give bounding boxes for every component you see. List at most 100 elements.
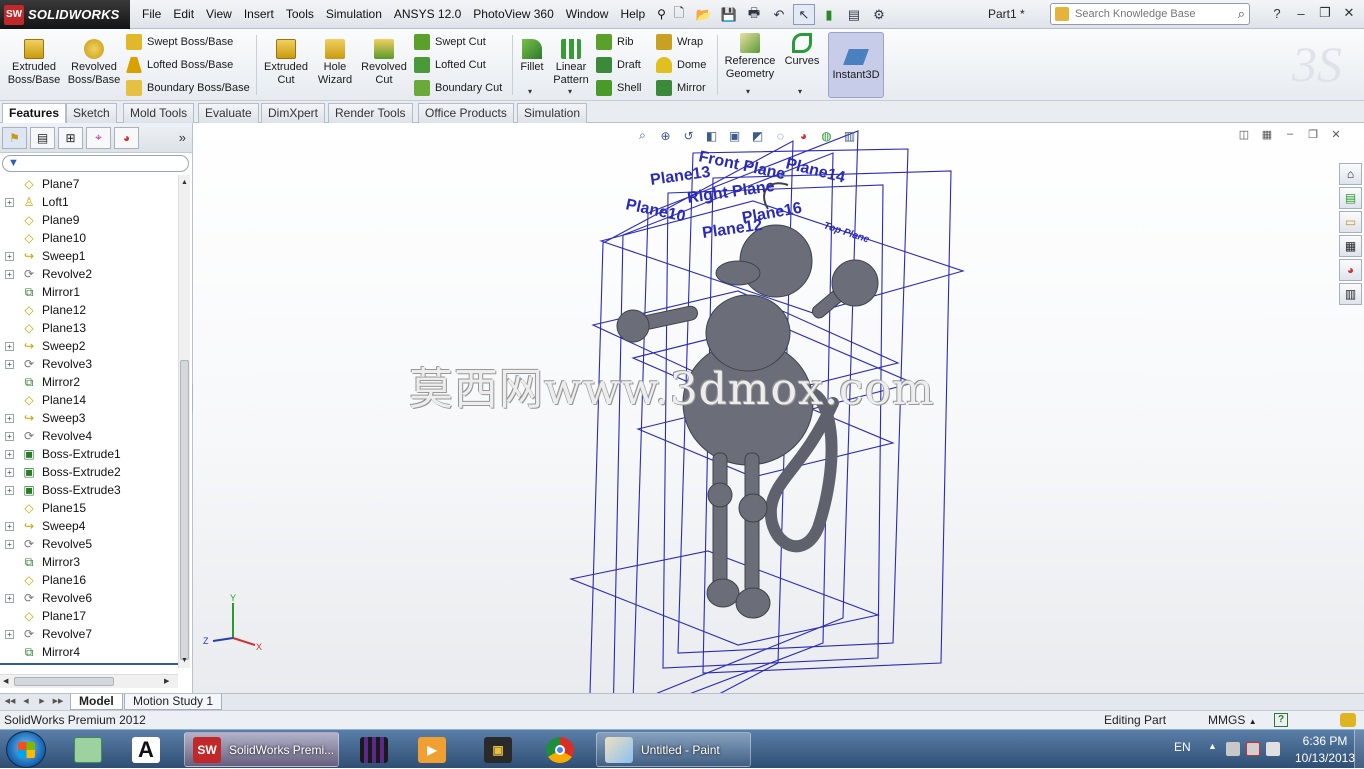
quick-tips-icon[interactable]: ? (1274, 713, 1288, 727)
tree-horizontal-scrollbar[interactable]: ◀ ▶ (0, 674, 178, 688)
expand-toggle-icon[interactable]: + (5, 630, 14, 639)
appearances-scenes-icon[interactable]: ◕ (1339, 259, 1362, 281)
tree-vertical-scrollbar[interactable]: ▲ ▼ (178, 175, 190, 668)
menu-insert[interactable]: Insert (238, 0, 280, 29)
rib-button[interactable]: Rib (596, 32, 634, 52)
tab-sketch[interactable]: Sketch (66, 103, 117, 123)
rebuild-status-icon[interactable] (1340, 713, 1356, 727)
feature-tree-item[interactable]: ◇ Plane13 (0, 319, 178, 337)
taskbar-file-manager[interactable] (66, 732, 112, 767)
scroll-right-arrow-icon[interactable]: ▶ (164, 677, 169, 685)
taskbar-paint[interactable]: Untitled - Paint (596, 732, 751, 767)
graphics-area[interactable]: Front Plane Plane13 Plane14 Right Plane … (193, 123, 1364, 693)
feature-tree-item[interactable]: ⧉ Mirror4 (0, 643, 178, 660)
viewport-split-icon[interactable]: ▦ (1259, 127, 1275, 141)
feature-tree-item[interactable]: ◇ Plane12 (0, 301, 178, 319)
viewport-minimize-icon[interactable]: – (1282, 127, 1298, 141)
mirror-button[interactable]: Mirror (656, 78, 706, 98)
dome-button[interactable]: Dome (656, 55, 706, 75)
scroll-down-arrow-icon[interactable]: ▼ (181, 657, 188, 664)
fillet-button[interactable]: Fillet (516, 39, 548, 74)
taskbar-media-player[interactable]: ▶ (410, 732, 456, 767)
extruded-cut-button[interactable]: Extruded Cut (262, 39, 310, 87)
feature-manager-tab-icon[interactable]: ⚑ (2, 126, 27, 149)
close-icon[interactable]: ✕ (1338, 3, 1360, 23)
taskbar-video-app[interactable]: ▣ (476, 732, 522, 767)
viewport-restore-icon[interactable]: ❐ (1305, 127, 1321, 141)
first-tab-icon[interactable]: ◀◀ (4, 696, 16, 708)
feature-tree-item[interactable]: + ↪ Sweep3 (0, 409, 178, 427)
expand-toggle-icon[interactable]: + (5, 486, 14, 495)
wrap-button[interactable]: Wrap (656, 32, 703, 52)
next-tab-icon[interactable]: ▶ (36, 696, 48, 708)
select-arrow-icon[interactable]: ↖ (793, 4, 815, 25)
options-gear-icon[interactable]: ⚙ (868, 4, 890, 25)
lofted-boss-button[interactable]: Lofted Boss/Base (126, 55, 233, 75)
display-style-icon[interactable]: ◩ (748, 127, 767, 144)
feature-tree-item[interactable]: ◇ Plane9 (0, 211, 178, 229)
viewport-expand-icon[interactable]: ◫ (1236, 127, 1252, 141)
zoom-to-fit-icon[interactable]: ⌕ (633, 127, 652, 144)
display-manager-tab-icon[interactable]: ◕ (114, 126, 139, 149)
tab-model[interactable]: Model (70, 694, 123, 710)
feature-tree-item[interactable]: ⧉ Mirror2 (0, 373, 178, 391)
expand-toggle-icon[interactable]: + (5, 540, 14, 549)
dimxpert-manager-tab-icon[interactable]: ⌖ (86, 126, 111, 149)
reference-dropdown-icon[interactable]: ▾ (746, 87, 750, 96)
fillet-dropdown-icon[interactable]: ▾ (528, 87, 532, 96)
property-manager-tab-icon[interactable]: ▤ (30, 126, 55, 149)
taskbar-media-editor[interactable] (352, 732, 398, 767)
menu-file[interactable]: File (136, 0, 167, 29)
expand-toggle-icon[interactable]: + (5, 342, 14, 351)
feature-tree-item[interactable]: ◇ Plane14 (0, 391, 178, 409)
feature-tree-item[interactable]: + ↪ Sweep4 (0, 517, 178, 535)
feature-tree-item[interactable]: + ♙ Loft1 (0, 193, 178, 211)
feature-tree-item[interactable]: ◇ Plane16 (0, 571, 178, 589)
feature-tree-item[interactable]: + ⟳ Revolve2 (0, 265, 178, 283)
tab-evaluate[interactable]: Evaluate (198, 103, 259, 123)
instant3d-button[interactable]: Instant3D (828, 32, 884, 98)
feature-tree-item[interactable]: + ⟳ Revolve4 (0, 427, 178, 445)
swept-cut-button[interactable]: Swept Cut (414, 32, 486, 52)
tab-render-tools[interactable]: Render Tools (328, 103, 413, 123)
action-center-icon[interactable] (1246, 742, 1260, 756)
swept-boss-button[interactable]: Swept Boss/Base (126, 32, 233, 52)
view-settings-icon[interactable]: ▥ (840, 127, 859, 144)
tab-simulation[interactable]: Simulation (517, 103, 588, 123)
solidworks-resources-icon[interactable]: ⌂ (1339, 163, 1362, 185)
taskbar-chrome[interactable] (538, 732, 584, 767)
tree-filter-box[interactable]: ▼ (2, 155, 189, 172)
tab-mold-tools[interactable]: Mold Tools (123, 103, 195, 123)
hole-wizard-button[interactable]: Hole Wizard (314, 39, 356, 87)
curves-dropdown-icon[interactable]: ▾ (798, 87, 802, 96)
file-explorer-icon[interactable]: ▭ (1339, 211, 1362, 233)
feature-tree-item[interactable]: ⧉ Mirror1 (0, 283, 178, 301)
rollback-bar[interactable] (0, 663, 178, 665)
feature-tree-item[interactable]: + ⟳ Revolve7 (0, 625, 178, 643)
open-folder-icon[interactable]: 📂 (693, 4, 715, 25)
menu-photoview[interactable]: PhotoView 360 (467, 0, 560, 29)
minimize-icon[interactable]: – (1290, 3, 1312, 23)
feature-tree-item[interactable]: ◇ Plane15 (0, 499, 178, 517)
print-icon[interactable]: 🖶 (743, 4, 765, 25)
new-document-icon[interactable]: 🗋 (668, 4, 690, 25)
boundary-cut-button[interactable]: Boundary Cut (414, 78, 502, 98)
custom-properties-icon[interactable]: ▥ (1339, 283, 1362, 305)
menu-ansys[interactable]: ANSYS 12.0 (388, 0, 467, 29)
feature-tree-item[interactable]: ◇ Plane7 (0, 175, 178, 193)
apply-scene-icon[interactable]: ◍ (817, 127, 836, 144)
revolved-cut-button[interactable]: Revolved Cut (360, 39, 408, 87)
scrollbar-thumb[interactable] (180, 360, 189, 660)
feature-tree-item[interactable]: + ⟳ Revolve3 (0, 355, 178, 373)
hide-show-items-icon[interactable]: ◌ (771, 127, 790, 144)
revolved-boss-button[interactable]: Revolved Boss/Base (66, 39, 122, 87)
linear-pattern-button[interactable]: Linear Pattern (550, 39, 592, 87)
menu-view[interactable]: View (200, 0, 238, 29)
zoom-to-area-icon[interactable]: ⊕ (656, 127, 675, 144)
expand-toggle-icon[interactable]: + (5, 360, 14, 369)
previous-view-icon[interactable]: ↺ (679, 127, 698, 144)
expand-toggle-icon[interactable]: + (5, 414, 14, 423)
start-button[interactable] (6, 731, 46, 768)
show-desktop-button[interactable] (1354, 730, 1364, 769)
menu-tools[interactable]: Tools (280, 0, 320, 29)
